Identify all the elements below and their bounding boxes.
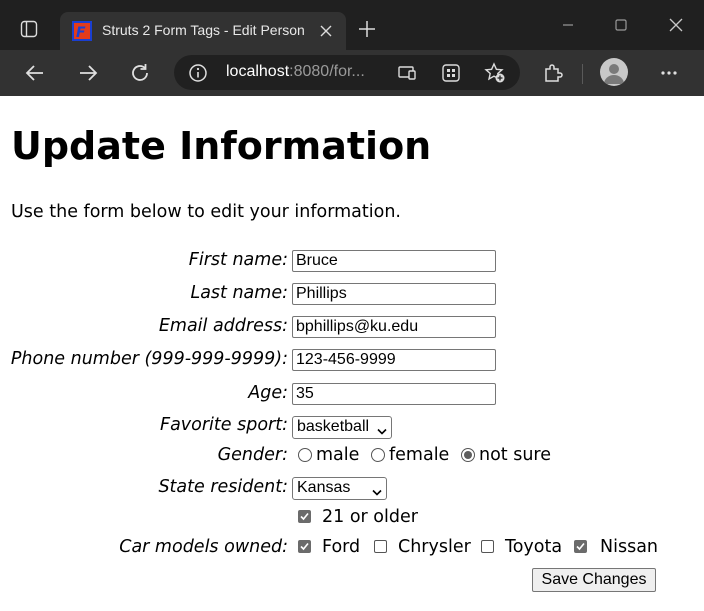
read-aloud-icon[interactable] <box>438 60 464 86</box>
chevron-down-icon <box>372 484 382 502</box>
page-content: Update Information Use the form below to… <box>0 96 704 611</box>
svg-text:F: F <box>76 25 86 41</box>
url-text: localhost:8080/for... <box>226 63 365 81</box>
car-nissan-label: Nissan <box>600 537 659 557</box>
over21-label: 21 or older <box>322 507 418 527</box>
age-field[interactable] <box>292 383 496 405</box>
last-name-field[interactable] <box>292 283 496 305</box>
sport-select[interactable]: basketball <box>292 416 392 439</box>
browser-chrome: F Struts 2 Form Tags - Edit Person local… <box>0 0 704 96</box>
app-available-icon[interactable] <box>394 60 420 86</box>
phone-field[interactable] <box>292 349 496 371</box>
gender-female-radio[interactable] <box>371 448 385 462</box>
add-favorite-icon[interactable] <box>482 60 508 86</box>
close-tab-icon[interactable] <box>316 21 336 41</box>
gender-male-label: male <box>316 445 360 465</box>
close-window-icon[interactable] <box>661 12 691 38</box>
page-title: Update Information <box>11 124 432 168</box>
tab-actions-icon[interactable] <box>14 14 44 44</box>
gender-not-sure-radio[interactable] <box>461 448 475 462</box>
gender-label: Gender: <box>217 445 288 465</box>
car-chrysler-checkbox[interactable] <box>374 540 387 553</box>
chevron-down-icon <box>377 423 387 441</box>
email-label: Email address: <box>158 316 288 336</box>
minimize-icon[interactable] <box>553 12 583 38</box>
more-menu-icon[interactable] <box>653 58 685 88</box>
state-select[interactable]: Kansas <box>292 477 387 500</box>
new-tab-icon[interactable] <box>354 16 380 42</box>
extensions-icon[interactable] <box>537 58 569 88</box>
car-models-label: Car models owned: <box>119 537 288 557</box>
url-host: localhost <box>226 63 290 80</box>
tab-title: Struts 2 Form Tags - Edit Person <box>102 22 305 38</box>
sport-label: Favorite sport: <box>160 415 288 435</box>
state-selected: Kansas <box>297 479 351 496</box>
last-name-label: Last name: <box>190 283 288 303</box>
car-toyota-checkbox[interactable] <box>481 540 494 553</box>
car-ford-checkbox[interactable] <box>298 540 311 553</box>
email-field[interactable] <box>292 316 496 338</box>
age-label: Age: <box>248 383 288 403</box>
first-name-field[interactable] <box>292 250 496 272</box>
url-path: :8080/for... <box>289 63 365 80</box>
back-icon[interactable] <box>19 58 51 88</box>
gender-female-label: female <box>389 445 450 465</box>
state-resident-label: State resident: <box>158 477 288 497</box>
phone-label: Phone number (999-999-9999): <box>10 349 288 369</box>
address-bar[interactable]: localhost:8080/for... <box>174 55 520 90</box>
forward-icon[interactable] <box>72 58 104 88</box>
maximize-icon[interactable] <box>606 12 636 38</box>
site-info-icon[interactable] <box>188 63 208 83</box>
first-name-label: First name: <box>188 250 288 270</box>
gender-not-sure-label: not sure <box>479 445 552 465</box>
car-toyota-label: Toyota <box>505 537 563 557</box>
browser-toolbar: localhost:8080/for... <box>0 50 704 96</box>
toolbar-divider <box>582 64 583 84</box>
car-chrysler-label: Chrysler <box>398 537 471 557</box>
struts-favicon-icon: F <box>72 21 92 41</box>
over21-checkbox[interactable] <box>298 510 311 523</box>
profile-avatar-icon[interactable] <box>600 58 628 86</box>
car-nissan-checkbox[interactable] <box>574 540 587 553</box>
gender-male-radio[interactable] <box>298 448 312 462</box>
intro-text: Use the form below to edit your informat… <box>11 202 401 222</box>
car-ford-label: Ford <box>322 537 361 557</box>
sport-selected: basketball <box>297 418 370 435</box>
save-changes-button[interactable]: Save Changes <box>532 568 656 592</box>
refresh-icon[interactable] <box>124 58 156 88</box>
tab-active[interactable]: F Struts 2 Form Tags - Edit Person <box>60 12 346 50</box>
tab-strip: F Struts 2 Form Tags - Edit Person <box>0 0 704 50</box>
